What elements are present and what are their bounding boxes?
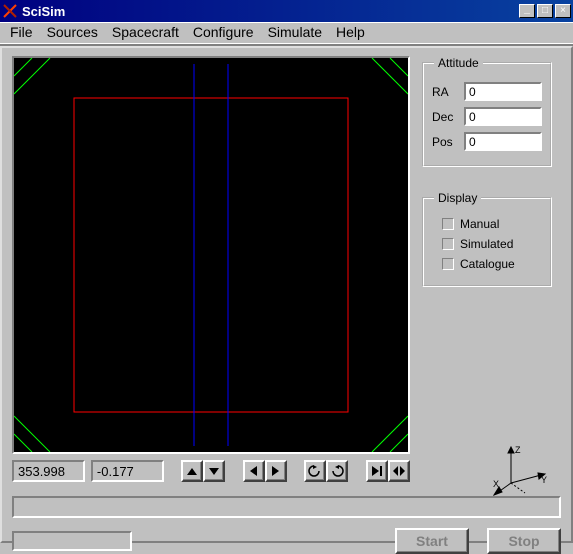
right-button[interactable] [265,460,287,482]
fit-icon [392,465,406,477]
window-body: 353.998 -0.177 [0,46,573,543]
status-bar [12,496,561,518]
viewport-controls: 353.998 -0.177 [12,460,410,482]
step-end-button[interactable] [366,460,388,482]
titlebar: SciSim _ □ × [0,0,573,22]
close-button[interactable]: × [555,4,571,18]
attitude-legend: Attitude [434,56,483,70]
menu-spacecraft[interactable]: Spacecraft [112,24,179,40]
display-legend: Display [434,191,481,205]
dec-label: Dec [432,110,464,124]
rotate-group [304,460,348,482]
maximize-button[interactable]: □ [537,4,553,18]
simulated-checkbox[interactable] [442,238,454,250]
start-button[interactable]: Start [395,528,469,554]
menu-help[interactable]: Help [336,24,365,40]
ra-label: RA [432,85,464,99]
rotate-ccw-button[interactable] [304,460,326,482]
leftright-group [243,460,287,482]
rotate-cw-button[interactable] [326,460,348,482]
pos-label: Pos [432,135,464,149]
menu-simulate[interactable]: Simulate [268,24,322,40]
fit-button[interactable] [388,460,410,482]
step-group [366,460,410,482]
window-title: SciSim [22,4,517,19]
updown-group [181,460,225,482]
triangle-left-icon [250,466,257,476]
left-button[interactable] [243,460,265,482]
manual-label: Manual [460,217,499,231]
menu-sources[interactable]: Sources [47,24,98,40]
app-icon [2,3,18,19]
stop-button[interactable]: Stop [487,528,561,554]
progress-bar [12,531,132,551]
menu-file[interactable]: File [10,24,33,40]
coord-y-readout: -0.177 [91,460,164,482]
menu-configure[interactable]: Configure [193,24,254,40]
catalogue-label: Catalogue [460,257,515,271]
coord-x-readout: 353.998 [12,460,85,482]
bottom-row: Start Stop [12,528,561,554]
rotate-ccw-icon [308,465,322,477]
rotate-cw-icon [330,465,344,477]
axis-x-label: X [493,479,499,489]
catalogue-checkbox[interactable] [442,258,454,270]
menubar: File Sources Spacecraft Configure Simula… [0,22,573,46]
triangle-down-icon [209,468,219,475]
axis-indicator: Z Y X [493,443,548,498]
triangle-right-icon [272,466,279,476]
up-button[interactable] [181,460,203,482]
minimize-button[interactable]: _ [519,4,535,18]
ra-input[interactable] [464,82,542,101]
pos-input[interactable] [464,132,542,151]
down-button[interactable] [203,460,225,482]
manual-checkbox[interactable] [442,218,454,230]
attitude-group: Attitude RA Dec Pos [422,62,552,167]
step-end-icon [370,465,384,477]
sky-viewport[interactable] [12,56,410,454]
dec-input[interactable] [464,107,542,126]
simulated-label: Simulated [460,237,513,251]
triangle-up-icon [187,468,197,475]
display-group: Display Manual Simulated Catalogue [422,197,552,287]
axis-z-label: Z [515,445,521,455]
axis-y-label: Y [541,475,547,485]
